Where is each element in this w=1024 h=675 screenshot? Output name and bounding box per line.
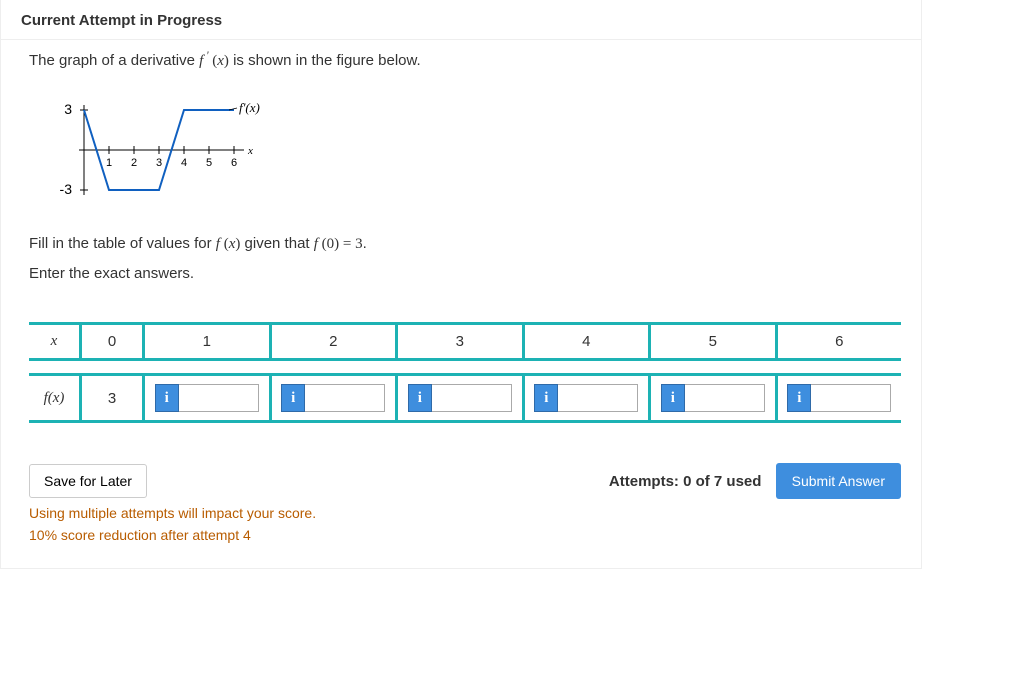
submit-answer-button[interactable]: Submit Answer xyxy=(776,463,901,499)
info-icon[interactable]: i xyxy=(281,384,305,412)
svg-text:1: 1 xyxy=(106,157,112,169)
svg-text:3: 3 xyxy=(64,101,72,117)
warning-line-2: 10% score reduction after attempt 4 xyxy=(29,527,901,543)
info-icon[interactable]: i xyxy=(408,384,432,412)
answer-input-3[interactable] xyxy=(432,384,512,412)
answer-input-2[interactable] xyxy=(305,384,385,412)
instruction-exact: Enter the exact answers. xyxy=(29,265,901,282)
info-icon[interactable]: i xyxy=(661,384,685,412)
x-col-3: 3 xyxy=(397,324,524,360)
x-col-2: 2 xyxy=(270,324,397,360)
info-icon[interactable]: i xyxy=(534,384,558,412)
warning-line-1: Using multiple attempts will impact your… xyxy=(29,505,901,521)
prompt-a: The graph of a derivative xyxy=(29,52,199,69)
instruction-b: given that xyxy=(240,235,313,252)
f0-cell: 3 xyxy=(81,375,144,422)
x-col-4: 4 xyxy=(523,324,650,360)
answer-input-6[interactable] xyxy=(811,384,891,412)
instruction-a: Fill in the table of values for xyxy=(29,235,216,252)
answer-input-1[interactable] xyxy=(179,384,259,412)
svg-text:4: 4 xyxy=(181,157,187,169)
svg-text:3: 3 xyxy=(156,157,162,169)
svg-text:6: 6 xyxy=(231,157,237,169)
x-col-6: 6 xyxy=(776,324,901,360)
prompt-text: The graph of a derivative f ' (x) is sho… xyxy=(29,50,901,70)
x-col-0: 0 xyxy=(81,324,144,360)
instruction-c: . xyxy=(363,235,367,252)
x-col-5: 5 xyxy=(650,324,777,360)
instruction: Fill in the table of values for f (x) gi… xyxy=(29,235,901,253)
row-label-x: x xyxy=(29,324,81,360)
derivative-chart: 3 -3 1 2 3 4 5 6 x f'(x) xyxy=(44,90,284,210)
answer-input-4[interactable] xyxy=(558,384,638,412)
svg-text:-3: -3 xyxy=(60,181,73,197)
svg-text:5: 5 xyxy=(206,157,212,169)
svg-text:f'(x): f'(x) xyxy=(239,100,260,115)
prompt-b: is shown in the figure below. xyxy=(229,52,421,69)
row-label-fx: f(x) xyxy=(29,375,81,422)
info-icon[interactable]: i xyxy=(787,384,811,412)
answer-table: x 0 1 2 3 4 5 6 f(x) 3 i xyxy=(29,322,901,423)
attempts-text: Attempts: 0 of 7 used xyxy=(609,473,762,490)
svg-text:2: 2 xyxy=(131,157,137,169)
section-title: Current Attempt in Progress xyxy=(1,0,921,40)
save-for-later-button[interactable]: Save for Later xyxy=(29,464,147,498)
info-icon[interactable]: i xyxy=(155,384,179,412)
svg-text:x: x xyxy=(247,145,253,157)
x-col-1: 1 xyxy=(144,324,271,360)
answer-input-5[interactable] xyxy=(685,384,765,412)
